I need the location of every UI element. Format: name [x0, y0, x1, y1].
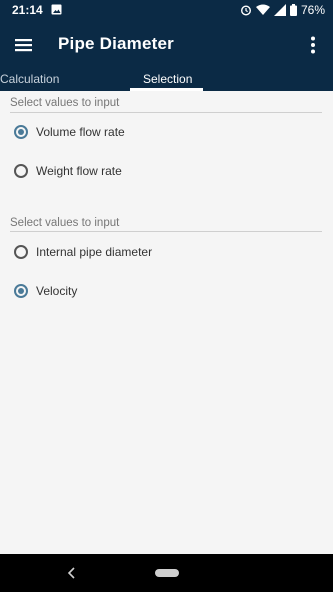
option-label: Velocity [36, 284, 78, 298]
status-time: 21:14 [12, 3, 43, 17]
option-internal-pipe-diameter[interactable]: Internal pipe diameter [14, 245, 152, 259]
alarm-icon [240, 5, 251, 16]
tab-indicator [130, 88, 203, 91]
status-icons: 76% [240, 3, 325, 17]
option-label: Internal pipe diameter [36, 245, 153, 259]
status-bar: 21:14 76% [0, 0, 333, 22]
option-volume-flow-rate[interactable]: Volume flow rate [14, 125, 125, 139]
menu-icon[interactable] [12, 33, 36, 57]
back-icon[interactable] [64, 565, 80, 581]
section-title-flow: Select values to input [10, 97, 120, 109]
image-icon [51, 4, 62, 15]
navigation-bar [0, 554, 333, 592]
wifi-icon [255, 4, 270, 15]
overflow-icon[interactable] [301, 33, 325, 57]
app-bar: Pipe Diameter [0, 22, 333, 70]
option-velocity[interactable]: Velocity [14, 284, 77, 298]
tab-selection[interactable]: Selection [143, 72, 192, 86]
radio-button-checked[interactable] [14, 125, 28, 139]
battery-level: 76% [300, 3, 325, 17]
option-label: Weight flow rate [36, 164, 122, 178]
page-title: Pipe Diameter [58, 34, 174, 53]
battery-icon [289, 4, 297, 16]
radio-button[interactable] [14, 164, 28, 178]
home-button[interactable] [155, 569, 179, 577]
tab-calculation[interactable]: Calculation [0, 72, 59, 86]
divider [10, 231, 322, 232]
divider [10, 112, 322, 113]
signal-icon [273, 4, 286, 16]
radio-button[interactable] [14, 245, 28, 259]
option-weight-flow-rate[interactable]: Weight flow rate [14, 164, 122, 178]
option-label: Volume flow rate [36, 125, 125, 139]
radio-button-checked[interactable] [14, 284, 28, 298]
section-title-dimension: Select values to input [10, 217, 120, 229]
